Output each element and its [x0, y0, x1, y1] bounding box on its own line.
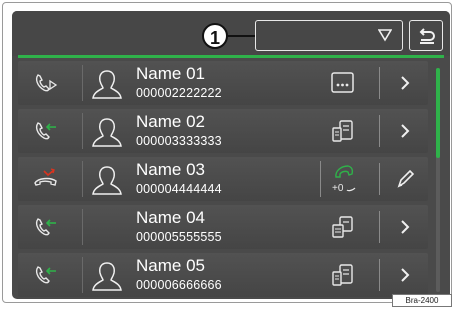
row-divider [82, 257, 83, 293]
row-divider [379, 259, 380, 291]
row-divider [82, 209, 83, 245]
chevron-right-icon[interactable] [392, 261, 418, 289]
call-list-filter-dropdown[interactable] [255, 20, 403, 51]
chevron-right-icon[interactable] [392, 69, 418, 97]
call-list: Name 01 000002222222 Name 02 00000333333… [18, 61, 428, 299]
row-divider [320, 161, 321, 197]
call-list-row[interactable]: Name 05 000006666666 [18, 253, 428, 297]
call-list-row[interactable]: Name 03 000004444444 +0 [18, 157, 428, 201]
call-list-row[interactable]: Name 02 000003333333 [18, 109, 428, 153]
chevron-right-icon[interactable] [392, 117, 418, 145]
triangle-down-icon [378, 29, 392, 42]
header-accent-line [18, 55, 444, 58]
contact-card-icon[interactable] [330, 118, 356, 144]
row-divider [379, 115, 380, 147]
contact-card-icon[interactable] [330, 262, 356, 288]
contact-name: Name 05 [136, 256, 205, 275]
callout-leader-line [228, 35, 256, 37]
pencil-edit-icon[interactable] [392, 165, 418, 193]
scrollbar-thumb[interactable] [436, 68, 440, 158]
return-arrow-icon [419, 28, 435, 44]
add-call-icon[interactable]: +0 [328, 164, 358, 194]
callout-marker: 1 [202, 23, 228, 49]
phone-call-list-screen: 1 Name 01 000002222222 Name 02 000003333… [12, 11, 450, 299]
contact-number: 000003333333 [136, 134, 222, 148]
row-divider [82, 65, 83, 101]
contact-card-icon[interactable] [330, 214, 356, 240]
chevron-right-icon[interactable] [392, 213, 418, 241]
contact-avatar-icon [92, 70, 122, 99]
figure-code-label: Bra-2400 [392, 294, 452, 307]
back-button[interactable] [409, 20, 443, 51]
add-call-label: +0 [332, 183, 344, 194]
contact-number: 000006666666 [136, 278, 222, 292]
contact-name: Name 04 [136, 208, 205, 227]
row-divider [379, 163, 380, 195]
device-frame: 1 Name 01 000002222222 Name 02 000003333… [2, 2, 452, 303]
contact-avatar-icon [92, 118, 122, 147]
row-divider [379, 211, 380, 243]
missed-call-icon [34, 168, 57, 186]
contact-avatar-icon [92, 262, 122, 291]
call-list-row[interactable]: Name 04 000005555555 [18, 205, 428, 249]
contact-number: 000002222222 [136, 86, 222, 100]
contact-number: 000004444444 [136, 182, 222, 196]
incoming-call-icon [35, 266, 56, 284]
incoming-call-icon [35, 122, 56, 140]
contact-name: Name 03 [136, 160, 205, 179]
row-divider [379, 67, 380, 99]
row-divider [82, 161, 83, 197]
outgoing-call-icon [35, 74, 58, 92]
row-divider [82, 113, 83, 149]
incoming-call-icon [35, 218, 56, 236]
contact-name: Name 02 [136, 112, 205, 131]
call-list-row[interactable]: Name 01 000002222222 [18, 61, 428, 105]
contact-name: Name 01 [136, 64, 205, 83]
contact-number: 000005555555 [136, 230, 222, 244]
more-dots-icon[interactable] [330, 70, 356, 96]
contact-avatar-icon [92, 166, 122, 195]
